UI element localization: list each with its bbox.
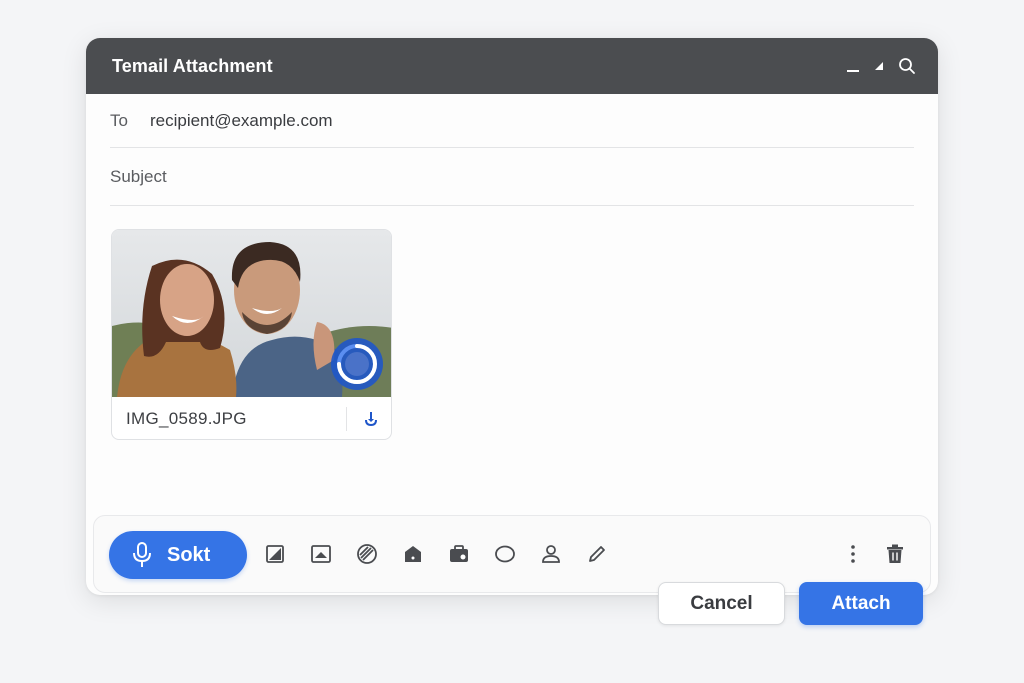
- search-icon[interactable]: [898, 57, 916, 75]
- sokt-button[interactable]: Sokt: [109, 531, 247, 579]
- minimize-icon[interactable]: [846, 59, 860, 73]
- upload-spinner-icon: [330, 337, 384, 391]
- expand-triangle-icon[interactable]: [874, 61, 884, 71]
- subject-field[interactable]: Subject: [110, 149, 914, 206]
- circle-icon[interactable]: [494, 543, 516, 565]
- pencil-icon[interactable]: [586, 543, 608, 565]
- title-bar: Temail Attachment: [86, 38, 938, 94]
- attachment-footer: IMG_0589.JPG: [112, 397, 391, 439]
- sokt-label: Sokt: [167, 543, 211, 566]
- download-icon[interactable]: [361, 409, 381, 429]
- to-field[interactable]: To recipient@example.com: [110, 94, 914, 148]
- window-title: Temail Attachment: [112, 55, 273, 76]
- resize-icon[interactable]: [264, 543, 286, 565]
- more-vertical-icon[interactable]: [842, 543, 864, 565]
- image-icon[interactable]: [310, 543, 332, 565]
- person-icon[interactable]: [540, 543, 562, 565]
- attach-button[interactable]: Attach: [799, 582, 923, 625]
- to-input[interactable]: recipient@example.com: [150, 111, 333, 131]
- briefcase-icon[interactable]: [448, 543, 470, 565]
- attachment-filename: IMG_0589.JPG: [126, 408, 247, 428]
- divider: [346, 406, 347, 431]
- link-icon[interactable]: [356, 543, 378, 565]
- subject-input[interactable]: Subject: [110, 167, 167, 187]
- compose-window: Temail Attachment To recipient@example.c…: [86, 38, 938, 595]
- attachment-card[interactable]: IMG_0589.JPG: [111, 229, 392, 440]
- microphone-icon: [133, 542, 151, 567]
- cancel-button[interactable]: Cancel: [658, 582, 785, 625]
- trash-icon[interactable]: [884, 543, 906, 565]
- drive-icon[interactable]: [402, 543, 424, 565]
- to-label: To: [110, 110, 128, 130]
